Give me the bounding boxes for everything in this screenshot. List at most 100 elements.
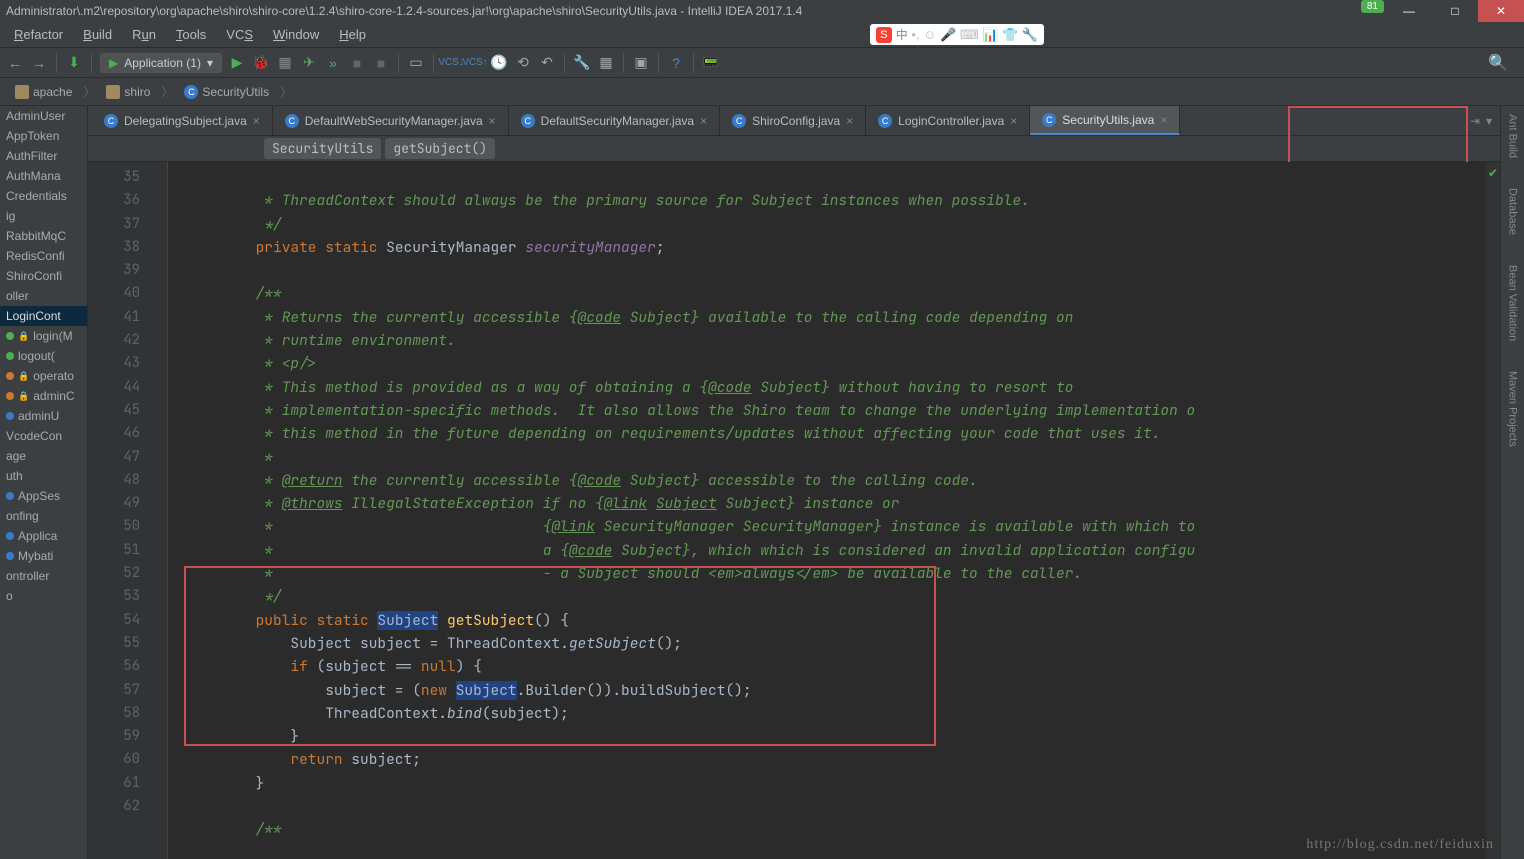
stop2-icon[interactable]: ■ — [372, 54, 390, 72]
close-icon[interactable]: × — [1010, 114, 1017, 128]
tool-ant-build[interactable]: Ant Build — [1507, 114, 1519, 158]
main-toolbar: ← → ⬇ ▶ Application (1) ▾ ▶ 🐞 ▦ ✈ » ■ ■ … — [0, 48, 1524, 78]
stop-icon[interactable]: ■ — [348, 54, 366, 72]
project-structure-icon[interactable]: ▦ — [597, 54, 615, 72]
tab-login-controller[interactable]: CLoginController.java× — [866, 106, 1030, 135]
close-icon[interactable]: × — [700, 114, 707, 128]
structure-item[interactable]: AppToken — [0, 126, 87, 146]
window-maximize-button[interactable]: □ — [1432, 0, 1478, 22]
structure-item[interactable]: ShiroConfi — [0, 266, 87, 286]
tab-list-icon[interactable]: ⇥ — [1470, 114, 1480, 128]
structure-item[interactable]: age — [0, 446, 87, 466]
structure-item[interactable]: adminU — [0, 406, 87, 426]
history-icon[interactable]: 🕓 — [490, 54, 508, 72]
structure-item[interactable]: logout( — [0, 346, 87, 366]
close-icon[interactable]: × — [253, 114, 260, 128]
tab-default-web-security-manager[interactable]: CDefaultWebSecurityManager.java× — [273, 106, 509, 135]
tool-database[interactable]: Database — [1507, 188, 1519, 235]
window-minimize-button[interactable]: — — [1386, 0, 1432, 22]
structure-item[interactable]: 🔒adminC — [0, 386, 87, 406]
crumb-class[interactable]: SecurityUtils — [264, 138, 381, 159]
menu-run[interactable]: Run — [124, 25, 164, 44]
structure-item[interactable]: oller — [0, 286, 87, 306]
menu-build[interactable]: Build — [75, 25, 120, 44]
breadcrumb-class[interactable]: CSecurityUtils — [175, 82, 278, 102]
structure-item[interactable]: AppSes — [0, 486, 87, 506]
line-number-gutter: 3536373839404142434445464748495051525354… — [88, 162, 148, 859]
structure-item[interactable]: Credentials — [0, 186, 87, 206]
close-icon[interactable]: × — [1160, 113, 1167, 127]
structure-item[interactable]: ontroller — [0, 566, 87, 586]
structure-item[interactable]: uth — [0, 466, 87, 486]
structure-item[interactable]: ig — [0, 206, 87, 226]
undo-icon[interactable]: ↶ — [538, 54, 556, 72]
structure-item[interactable]: Applica — [0, 526, 87, 546]
tab-security-utils[interactable]: CSecurityUtils.java× — [1030, 106, 1180, 135]
run-config-label: Application (1) — [124, 56, 201, 70]
menu-refactor[interactable]: Refactor — [6, 25, 71, 44]
vcs-update-icon[interactable]: VCS↓ — [442, 54, 460, 72]
deploy-icon[interactable]: 📟 — [702, 54, 720, 72]
run-icon[interactable]: ▶ — [228, 54, 246, 72]
code-content[interactable]: * ThreadContext should always be the pri… — [168, 162, 1486, 859]
settings-icon[interactable]: 🔧 — [573, 54, 591, 72]
chevron-right-icon: 〉 — [159, 83, 175, 100]
layout-icon[interactable]: ▭ — [407, 54, 425, 72]
vcs-commit-icon[interactable]: VCS↑ — [466, 54, 484, 72]
structure-item[interactable]: RabbitMqC — [0, 226, 87, 246]
structure-item[interactable]: 🔒operato — [0, 366, 87, 386]
structure-item[interactable]: RedisConfi — [0, 246, 87, 266]
coverage-icon[interactable]: ▦ — [276, 54, 294, 72]
window-title: Administrator\.m2\repository\org\apache\… — [6, 4, 802, 18]
attach-icon[interactable]: » — [324, 54, 342, 72]
breadcrumb-apache[interactable]: apache — [6, 82, 81, 102]
close-icon[interactable]: × — [489, 114, 496, 128]
class-icon: C — [1042, 113, 1056, 127]
package-icon — [106, 85, 120, 99]
structure-item[interactable]: LoginCont — [0, 306, 87, 326]
search-everywhere-icon[interactable]: 🔍 — [1478, 53, 1518, 73]
revert-icon[interactable]: ⟲ — [514, 54, 532, 72]
structure-item[interactable]: AuthFilter — [0, 146, 87, 166]
tab-default-security-manager[interactable]: CDefaultSecurityManager.java× — [509, 106, 720, 135]
class-icon: C — [878, 114, 892, 128]
window-close-button[interactable]: ✕ — [1478, 0, 1524, 22]
ime-logo-icon: S — [876, 27, 892, 43]
structure-item[interactable]: onfing — [0, 506, 87, 526]
class-icon: C — [732, 114, 746, 128]
debug-icon[interactable]: 🐞 — [252, 54, 270, 72]
structure-item[interactable]: Mybati — [0, 546, 87, 566]
menu-window[interactable]: Window — [265, 25, 327, 44]
structure-item[interactable]: AdminUser — [0, 106, 87, 126]
structure-item[interactable]: o — [0, 586, 87, 606]
menu-help[interactable]: Help — [331, 25, 374, 44]
editor-method-breadcrumb: SecurityUtils getSubject() — [88, 136, 1500, 162]
class-icon: C — [184, 85, 198, 99]
crumb-method[interactable]: getSubject() — [385, 138, 495, 159]
menu-tools[interactable]: Tools — [168, 25, 214, 44]
breadcrumb-shiro[interactable]: shiro — [97, 82, 159, 102]
editor-scrollbar[interactable]: ✔ — [1486, 162, 1500, 859]
forward-icon[interactable]: → — [30, 54, 48, 72]
sdk-icon[interactable]: ▣ — [632, 54, 650, 72]
tool-bean-validation[interactable]: Bean Validation — [1507, 265, 1519, 341]
back-icon[interactable]: ← — [6, 54, 24, 72]
help-icon[interactable]: ? — [667, 54, 685, 72]
chevron-right-icon: 〉 — [81, 83, 97, 100]
structure-item[interactable]: AuthMana — [0, 166, 87, 186]
tool-maven-projects[interactable]: Maven Projects — [1507, 371, 1519, 447]
tab-delegating-subject[interactable]: CDelegatingSubject.java× — [92, 106, 273, 135]
structure-item[interactable]: VcodeCon — [0, 426, 87, 446]
right-tool-rail: Ant Build Database Bean Validation Maven… — [1500, 106, 1524, 859]
editor-area[interactable]: 3536373839404142434445464748495051525354… — [88, 162, 1500, 859]
structure-item[interactable]: 🔒login(M — [0, 326, 87, 346]
compile-icon[interactable]: ⬇ — [65, 54, 83, 72]
menu-vcs[interactable]: VCS — [218, 25, 261, 44]
inspection-ok-icon: ✔ — [1488, 166, 1498, 180]
tab-dropdown-icon[interactable]: ▾ — [1486, 114, 1492, 128]
profile-icon[interactable]: ✈ — [300, 54, 318, 72]
run-configuration-selector[interactable]: ▶ Application (1) ▾ — [100, 53, 222, 73]
ime-toolbar: S 中 •, ☺ 🎤 ⌨ 📊 👕 🔧 — [870, 24, 1044, 45]
close-icon[interactable]: × — [846, 114, 853, 128]
tab-shiro-config[interactable]: CShiroConfig.java× — [720, 106, 866, 135]
